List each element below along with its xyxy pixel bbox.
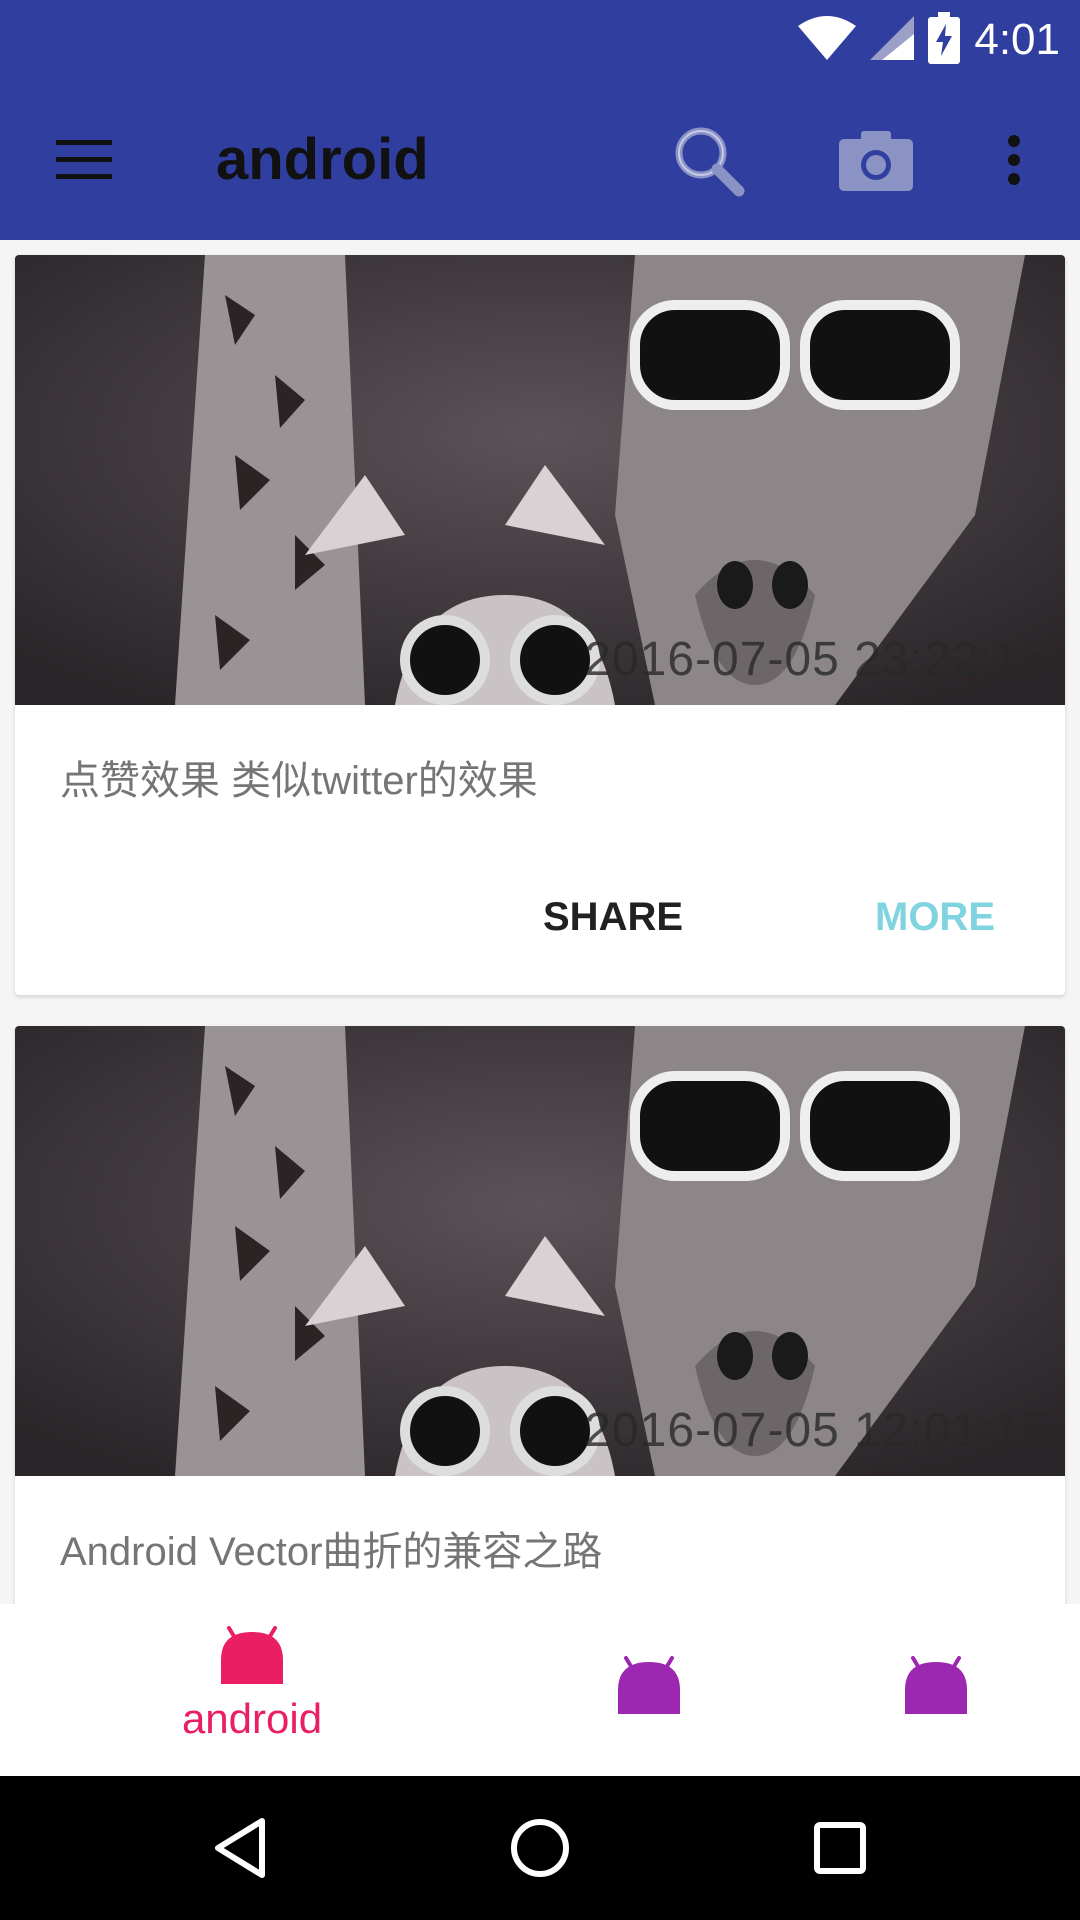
- share-button[interactable]: SHARE: [543, 895, 683, 940]
- camera-icon[interactable]: [836, 120, 916, 200]
- home-icon[interactable]: [500, 1808, 580, 1888]
- card-title: 点赞效果 类似twitter的效果: [60, 759, 538, 803]
- card-timestamp: 2016-07-05 12:01:15: [584, 1404, 1049, 1457]
- app-bar: android: [0, 80, 1080, 240]
- status-time: 4:01: [974, 15, 1060, 64]
- feed-card[interactable]: 2016-07-05 12:01:15 Android Vector曲折的兼容之…: [15, 1026, 1065, 1604]
- status-icons: 4:01: [798, 10, 1060, 70]
- back-icon[interactable]: [200, 1808, 280, 1888]
- wifi-icon: [798, 15, 857, 65]
- recents-icon[interactable]: [800, 1808, 880, 1888]
- bottom-nav-label: android: [181, 1695, 323, 1742]
- android-icon: [905, 1656, 967, 1719]
- signal-icon: [870, 15, 915, 65]
- feed-card[interactable]: 2016-07-05 23:22:15 点赞效果 类似twitter的效果 SH…: [15, 255, 1065, 995]
- bottom-nav-item-2[interactable]: [618, 1656, 680, 1719]
- card-actions: SHARE MORE: [15, 875, 1065, 995]
- bottom-nav-item-3[interactable]: [905, 1656, 967, 1719]
- android-icon: [618, 1656, 680, 1719]
- card-title: Android Vector曲折的兼容之路: [60, 1530, 603, 1574]
- more-button[interactable]: MORE: [875, 895, 995, 940]
- more-vert-icon[interactable]: [974, 120, 1054, 200]
- card-image[interactable]: 2016-07-05 23:22:15: [15, 255, 1065, 705]
- system-navigation-bar: [0, 1776, 1080, 1920]
- battery-icon: [928, 11, 961, 69]
- menu-icon[interactable]: [44, 120, 124, 200]
- android-icon: [221, 1626, 283, 1689]
- search-icon[interactable]: [668, 120, 748, 200]
- bottom-nav-item-android[interactable]: android: [180, 1626, 324, 1743]
- status-bar: 4:01: [0, 0, 1080, 80]
- card-timestamp: 2016-07-05 23:22:15: [584, 633, 1049, 686]
- page-title: android: [216, 127, 429, 192]
- feed-list[interactable]: 2016-07-05 23:22:15 点赞效果 类似twitter的效果 SH…: [0, 240, 1080, 1604]
- card-image[interactable]: 2016-07-05 12:01:15: [15, 1026, 1065, 1476]
- bottom-navigation: android: [0, 1604, 1080, 1776]
